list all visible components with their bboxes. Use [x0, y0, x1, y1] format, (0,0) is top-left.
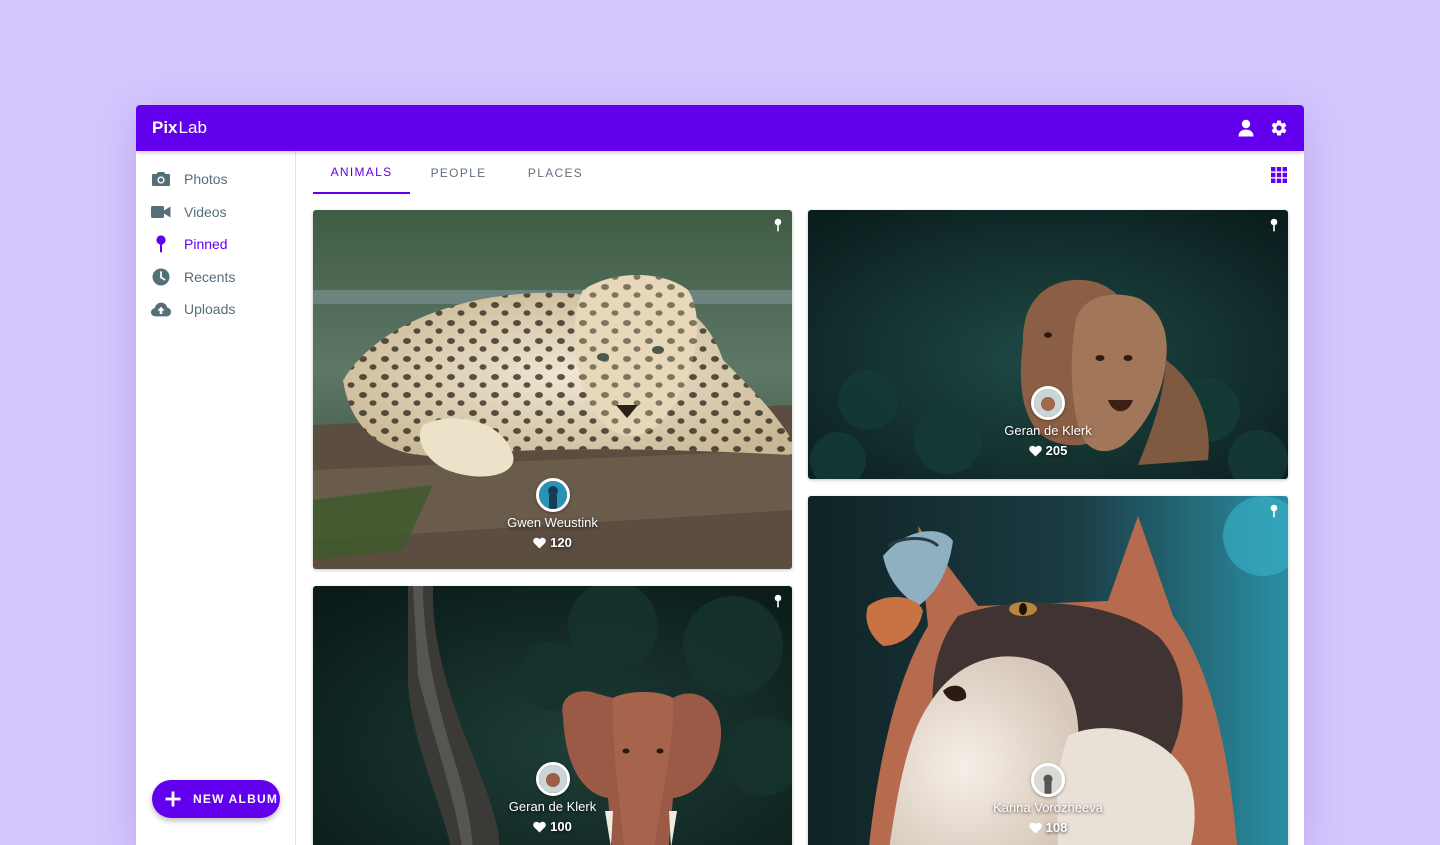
sidebar-item-photos[interactable]: Photos — [136, 163, 295, 195]
photo-card-leopard[interactable]: Gwen Weustink 120 — [313, 210, 792, 569]
category-tabs: ANIMALS PEOPLE PLACES — [313, 151, 1273, 194]
clock-icon — [151, 267, 171, 287]
pin-icon[interactable] — [772, 594, 784, 608]
account-icon[interactable] — [1236, 118, 1256, 138]
sidebar-item-label: Uploads — [184, 301, 236, 317]
like-count[interactable]: 205 — [1028, 443, 1068, 458]
author-name[interactable]: Gwen Weustink — [507, 515, 598, 530]
tab-label: PEOPLE — [430, 165, 487, 180]
brand-name-bold: Pix — [152, 118, 178, 137]
tab-people[interactable]: PEOPLE — [410, 151, 507, 194]
sidebar-item-videos[interactable]: Videos — [136, 196, 295, 228]
plus-icon — [165, 791, 181, 807]
author-name[interactable]: Geran de Klerk — [509, 799, 596, 814]
navigation-drawer: Photos Videos Pinned Recents Uploads NEW… — [136, 151, 296, 845]
sidebar-item-label: Pinned — [184, 236, 228, 252]
tab-places[interactable]: PLACES — [507, 151, 604, 194]
sidebar-item-recents[interactable]: Recents — [136, 261, 295, 293]
sidebar-item-label: Photos — [184, 171, 228, 187]
card-meta: Geran de Klerk 205 — [808, 386, 1288, 458]
photo-card-elephant[interactable]: Geran de Klerk 100 — [313, 586, 792, 845]
cloud-upload-icon — [151, 299, 171, 319]
like-count-value: 120 — [550, 535, 572, 550]
like-count-value: 205 — [1045, 443, 1068, 458]
avatar[interactable] — [1031, 386, 1065, 420]
videocam-icon — [151, 202, 171, 222]
settings-icon[interactable] — [1269, 118, 1289, 138]
like-count[interactable]: 120 — [533, 535, 572, 550]
new-album-button[interactable]: NEW ALBUM — [152, 780, 280, 818]
pin-icon[interactable] — [1268, 218, 1280, 232]
camera-icon — [151, 169, 171, 189]
heart-icon — [1028, 445, 1042, 456]
avatar[interactable] — [535, 478, 570, 512]
pin-icon[interactable] — [772, 218, 784, 232]
like-count-value: 100 — [550, 819, 572, 834]
card-meta: Geran de Klerk 100 — [313, 762, 792, 834]
avatar[interactable] — [535, 762, 570, 796]
tab-animals[interactable]: ANIMALS — [313, 151, 410, 194]
sidebar-item-label: Videos — [184, 204, 227, 220]
pin-icon — [151, 234, 171, 254]
avatar[interactable] — [1031, 763, 1065, 797]
like-count[interactable]: 108 — [1028, 820, 1068, 835]
like-count[interactable]: 100 — [533, 819, 572, 834]
sidebar-item-label: Recents — [184, 269, 236, 285]
tab-label: ANIMALS — [330, 164, 393, 179]
top-app-bar: PixLab — [136, 105, 1304, 151]
sidebar-item-pinned[interactable]: Pinned — [136, 228, 295, 260]
app-logo[interactable]: PixLab — [152, 118, 207, 138]
sidebar-item-uploads[interactable]: Uploads — [136, 293, 295, 325]
author-name[interactable]: Geran de Klerk — [1004, 423, 1091, 438]
card-meta: Karina Vorozheeva 108 — [808, 763, 1288, 835]
photo-card-cat[interactable]: Karina Vorozheeva 108 — [808, 496, 1288, 845]
author-name[interactable]: Karina Vorozheeva — [993, 800, 1103, 815]
photo-card-lionesses[interactable]: Geran de Klerk 205 — [808, 210, 1288, 479]
like-count-value: 108 — [1045, 820, 1068, 835]
pin-icon[interactable] — [1268, 504, 1280, 518]
heart-icon — [1028, 822, 1042, 833]
new-album-label: NEW ALBUM — [193, 792, 279, 806]
card-meta: Gwen Weustink 120 — [313, 478, 792, 550]
heart-icon — [533, 821, 546, 832]
app-window: PixLab Photos Videos Pinned Recents Uplo… — [136, 105, 1304, 845]
grid-view-icon[interactable] — [1270, 166, 1288, 184]
tab-label: PLACES — [527, 165, 584, 180]
brand-name-light: Lab — [178, 118, 207, 137]
heart-icon — [533, 537, 546, 548]
